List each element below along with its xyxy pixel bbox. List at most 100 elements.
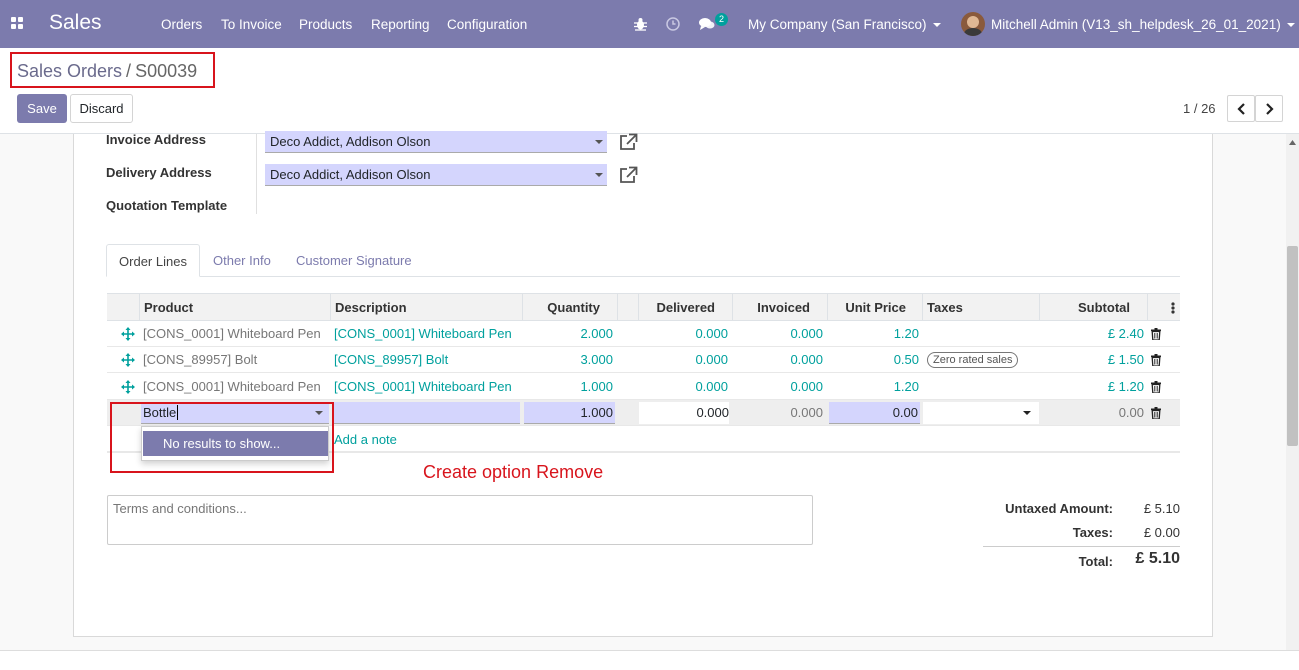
col-product[interactable]: Product — [144, 294, 193, 321]
user-menu[interactable]: Mitchell Admin (V13_sh_helpdesk_26_01_20… — [991, 17, 1295, 32]
scrollbar-thumb[interactable] — [1287, 246, 1298, 446]
save-button[interactable]: Save — [17, 94, 67, 123]
total-value: £ 5.10 — [1135, 550, 1180, 567]
row-unit-price: 1.20 — [893, 326, 919, 341]
caret-down-icon — [1286, 23, 1295, 28]
row-unit-price: 0.50 — [893, 352, 919, 367]
invoiced-value: 0.000 — [790, 405, 823, 420]
menu-configuration[interactable]: Configuration — [447, 17, 527, 32]
table-row[interactable]: [CONS_89957] Bolt [CONS_89957] Bolt 3.00… — [107, 347, 1180, 373]
pager-next-button[interactable] — [1255, 95, 1283, 122]
menu-to-invoice[interactable]: To Invoice — [221, 17, 282, 32]
unit-price-input[interactable]: 0.00 — [829, 402, 920, 424]
row-quantity: 3.000 — [580, 352, 613, 367]
row-delivered: 0.000 — [695, 326, 728, 341]
top-navbar: Sales Orders To Invoice Products Reporti… — [0, 0, 1299, 48]
row-subtotal: £ 1.20 — [1107, 379, 1144, 394]
annotation-text: Create option Remove — [423, 462, 604, 482]
col-quantity[interactable]: Quantity — [523, 294, 600, 321]
caret-down-icon — [1023, 411, 1031, 415]
company-switcher[interactable]: My Company (San Francisco) — [748, 17, 941, 32]
subtotal-value: 0.00 — [1118, 405, 1144, 420]
trash-icon[interactable] — [1151, 407, 1161, 419]
row-invoiced: 0.000 — [790, 352, 823, 367]
row-product: [CONS_0001] Whiteboard Pen — [143, 379, 321, 394]
quantity-input[interactable]: 1.000 — [524, 402, 615, 424]
bug-icon[interactable] — [634, 17, 647, 31]
scroll-up-icon[interactable] — [1289, 140, 1296, 145]
vertical-scrollbar[interactable] — [1286, 134, 1299, 650]
apps-icon[interactable] — [11, 17, 24, 30]
tab-other-info[interactable]: Other Info — [213, 244, 271, 277]
menu-orders[interactable]: Orders — [161, 17, 202, 32]
total-label: Total: — [1078, 554, 1113, 569]
trash-icon[interactable] — [1151, 381, 1161, 393]
pager-previous-button[interactable] — [1227, 95, 1255, 122]
external-link-icon[interactable] — [619, 166, 638, 184]
invoice-address-value: Deco Addict, Addison Olson — [270, 134, 431, 149]
col-invoiced[interactable]: Invoiced — [733, 294, 810, 321]
table-row[interactable]: [CONS_0001] Whiteboard Pen [CONS_0001] W… — [107, 321, 1180, 347]
row-subtotal: £ 2.40 — [1107, 326, 1144, 341]
menu-reporting[interactable]: Reporting — [371, 17, 430, 32]
row-description: [CONS_0001] Whiteboard Pen — [334, 326, 512, 341]
table-row[interactable]: [CONS_0001] Whiteboard Pen [CONS_0001] W… — [107, 374, 1180, 400]
tab-order-lines[interactable]: Order Lines — [106, 244, 200, 277]
chat-icon[interactable] — [699, 17, 715, 31]
notebook-tabs: Order Lines Other Info Customer Signatur… — [106, 244, 1180, 277]
col-unit-price[interactable]: Unit Price — [828, 294, 906, 321]
company-name: My Company (San Francisco) — [748, 17, 927, 32]
column-options-icon[interactable] — [1171, 302, 1175, 314]
delivery-address-label: Delivery Address — [106, 165, 212, 180]
description-input[interactable] — [333, 402, 520, 424]
chevron-right-icon — [1266, 103, 1274, 115]
row-delivered: 0.000 — [695, 379, 728, 394]
control-panel: Sales Orders / S00039 Save Discard 1 / 26 — [0, 48, 1299, 134]
drag-handle-icon[interactable] — [121, 380, 135, 394]
highlight-box-dropdown — [110, 402, 334, 473]
caret-down-icon — [595, 173, 603, 177]
row-unit-price: 1.20 — [893, 379, 919, 394]
col-taxes[interactable]: Taxes — [927, 294, 963, 321]
taxes-input[interactable] — [923, 402, 1039, 424]
clock-icon[interactable] — [666, 17, 680, 31]
trash-icon[interactable] — [1151, 354, 1161, 366]
totals-divider — [983, 546, 1180, 547]
drag-handle-icon[interactable] — [121, 327, 135, 341]
pager-value[interactable]: 1 / 26 — [1183, 101, 1216, 116]
col-description[interactable]: Description — [335, 294, 407, 321]
menu-products[interactable]: Products — [299, 17, 352, 32]
untaxed-amount-value: £ 5.10 — [1143, 501, 1180, 516]
delivery-address-select[interactable]: Deco Addict, Addison Olson — [265, 164, 607, 186]
user-avatar[interactable] — [961, 12, 985, 36]
drag-handle-icon[interactable] — [121, 353, 135, 367]
external-link-icon[interactable] — [619, 133, 638, 151]
discard-button[interactable]: Discard — [70, 94, 133, 123]
chat-count-badge: 2 — [715, 13, 729, 26]
col-delivered[interactable]: Delivered — [639, 294, 715, 321]
highlight-box-breadcrumb — [10, 52, 215, 88]
row-quantity: 2.000 — [580, 326, 613, 341]
trash-icon[interactable] — [1151, 328, 1161, 340]
chevron-left-icon — [1237, 103, 1245, 115]
invoice-address-label: Invoice Address — [106, 132, 206, 147]
tab-customer-signature[interactable]: Customer Signature — [296, 244, 412, 277]
taxes-label: Taxes: — [1072, 525, 1113, 540]
terms-input[interactable]: Terms and conditions... — [107, 495, 813, 545]
col-subtotal[interactable]: Subtotal — [1040, 294, 1130, 321]
user-name: Mitchell Admin (V13_sh_helpdesk_26_01_20… — [991, 17, 1281, 32]
row-product: [CONS_89957] Bolt — [143, 352, 258, 367]
row-product: [CONS_0001] Whiteboard Pen — [143, 326, 321, 341]
caret-down-icon — [595, 140, 603, 144]
row-quantity: 1.000 — [580, 379, 613, 394]
row-description: [CONS_0001] Whiteboard Pen — [334, 379, 512, 394]
row-delivered: 0.000 — [695, 352, 728, 367]
delivered-input[interactable]: 0.000 — [639, 402, 729, 424]
label-divider — [256, 134, 257, 214]
untaxed-amount-label: Untaxed Amount: — [1005, 501, 1113, 516]
caret-down-icon — [932, 23, 941, 28]
row-invoiced: 0.000 — [790, 326, 823, 341]
invoice-address-select[interactable]: Deco Addict, Addison Olson — [265, 131, 607, 153]
app-brand[interactable]: Sales — [49, 11, 102, 35]
add-note-link[interactable]: Add a note — [334, 427, 397, 453]
